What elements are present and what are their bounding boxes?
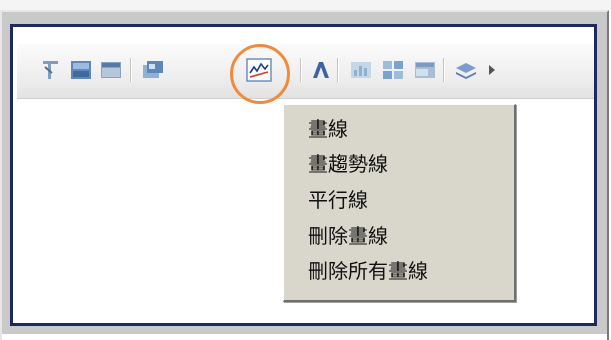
toolbar-more-button[interactable]	[483, 57, 501, 83]
text-annotation-button[interactable]	[307, 57, 335, 83]
draw-line-button[interactable]	[245, 57, 273, 83]
window-tile-icon	[101, 62, 121, 78]
toolbar-separator	[300, 58, 302, 82]
menu-item-delete-all-lines[interactable]: 刪除所有畫線	[308, 255, 428, 287]
multi-chart-button[interactable]	[379, 57, 407, 83]
toolbar-separator	[130, 58, 132, 82]
window-tile-button[interactable]	[97, 57, 125, 83]
draw-line-icon	[246, 58, 272, 82]
cursor-select-button[interactable]	[37, 57, 65, 83]
chart-window-button[interactable]	[67, 57, 95, 83]
more-arrow-icon	[489, 65, 495, 75]
chart-window-icon	[71, 61, 91, 79]
menu-item-parallel-line[interactable]: 平行線	[308, 184, 368, 216]
layers-icon	[456, 63, 476, 79]
toolbar-separator	[337, 58, 339, 82]
chart-panel-icon	[415, 62, 435, 78]
title-strip	[0, 0, 611, 10]
drawing-toolbar	[17, 44, 594, 99]
menu-item-delete-line[interactable]: 刪除畫線	[308, 220, 388, 252]
draw-line-menu: 畫線 畫趨勢線 平行線 刪除畫線 刪除所有畫線	[283, 104, 516, 302]
toolbar-separator	[443, 58, 445, 82]
indicator-chart-icon	[351, 62, 371, 78]
menu-item-draw-trend-line[interactable]: 畫趨勢線	[308, 148, 388, 180]
text-annotation-icon	[313, 62, 329, 78]
app-window: 畫線 畫趨勢線 平行線 刪除畫線 刪除所有畫線	[0, 0, 611, 340]
indicator-chart-button[interactable]	[347, 57, 375, 83]
chart-options-button[interactable]	[139, 57, 167, 83]
menu-item-draw-line[interactable]: 畫線	[308, 113, 348, 145]
cursor-select-icon	[43, 61, 58, 79]
layers-button[interactable]	[451, 57, 479, 83]
chart-panel-button[interactable]	[411, 57, 439, 83]
chart-options-icon	[143, 61, 163, 78]
multi-chart-icon	[383, 61, 403, 79]
